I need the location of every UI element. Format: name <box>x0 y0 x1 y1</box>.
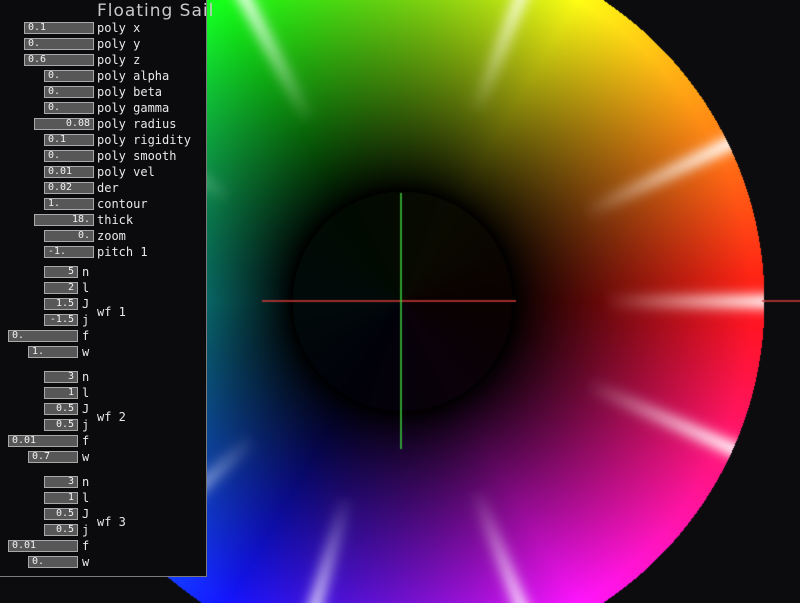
param-label-zoom: zoom <box>97 229 126 243</box>
wf2-field-J[interactable]: 0.5 <box>44 403 78 415</box>
wf2-label-n: n <box>82 370 90 384</box>
param-label-der: der <box>97 181 119 195</box>
param-label-poly-z: poly z <box>97 53 141 67</box>
param-label-poly-radius: poly radius <box>97 117 177 131</box>
param-field-poly-x[interactable]: 0.1 <box>24 22 94 34</box>
wf3-group-label: wf 3 <box>97 515 126 529</box>
wf2-group-label: wf 2 <box>97 410 126 424</box>
wf1-label-J: J <box>82 297 90 311</box>
param-label-poly-x: poly x <box>97 21 141 35</box>
wf2-field-l[interactable]: 1 <box>44 387 78 399</box>
wf1-group-label: wf 1 <box>97 305 126 319</box>
wf1-field-j[interactable]: -1.5 <box>44 314 78 326</box>
param-field-pitch-1[interactable]: -1. <box>44 246 94 258</box>
wf3-field-J[interactable]: 0.5 <box>44 508 78 520</box>
wf3-field-n[interactable]: 3 <box>44 476 78 488</box>
control-panel: 0.1 poly x 0. poly y 0.6 poly z 0. poly … <box>0 0 207 577</box>
param-label-contour: contour <box>97 197 148 211</box>
wf2-field-f[interactable]: 0.01 <box>8 435 78 447</box>
param-label-poly-rigidity: poly rigidity <box>97 133 191 147</box>
wf3-field-j[interactable]: 0.5 <box>44 524 78 536</box>
wf3-field-f[interactable]: 0.01 <box>8 540 78 552</box>
param-field-poly-gamma[interactable]: 0. <box>44 102 94 114</box>
param-field-zoom[interactable]: 0. <box>44 230 94 242</box>
param-field-poly-beta[interactable]: 0. <box>44 86 94 98</box>
wf1-field-w[interactable]: 1. <box>28 346 78 358</box>
param-label-poly-gamma: poly gamma <box>97 101 170 115</box>
wf1-field-l[interactable]: 2 <box>44 282 78 294</box>
param-field-thick[interactable]: 18. <box>34 214 94 226</box>
param-field-poly-alpha[interactable]: 0. <box>44 70 94 82</box>
wf1-field-n[interactable]: 5 <box>44 266 78 278</box>
wf3-field-l[interactable]: 1 <box>44 492 78 504</box>
param-label-pitch-1: pitch 1 <box>97 245 148 259</box>
wf1-label-f: f <box>82 329 90 343</box>
param-field-poly-vel[interactable]: 0.01 <box>44 166 94 178</box>
wf1-field-J[interactable]: 1.5 <box>44 298 78 310</box>
wf2-label-l: l <box>82 386 90 400</box>
wf2-field-n[interactable]: 3 <box>44 371 78 383</box>
wf2-label-j: j <box>82 418 90 432</box>
param-label-poly-smooth: poly smooth <box>97 149 177 163</box>
param-field-contour[interactable]: 1. <box>44 198 94 210</box>
wf1-label-j: j <box>82 313 90 327</box>
wf2-label-w: w <box>82 450 90 464</box>
param-label-poly-alpha: poly alpha <box>97 69 170 83</box>
param-field-der[interactable]: 0.02 <box>44 182 94 194</box>
wf3-label-w: w <box>82 555 90 569</box>
wf2-field-w[interactable]: 0.7 <box>28 451 78 463</box>
wf3-label-l: l <box>82 491 90 505</box>
wf3-label-J: J <box>82 507 90 521</box>
param-field-poly-rigidity[interactable]: 0.1 <box>44 134 94 146</box>
wf1-label-l: l <box>82 281 90 295</box>
param-field-poly-y[interactable]: 0. <box>24 38 94 50</box>
wf2-label-J: J <box>82 402 90 416</box>
param-field-poly-radius[interactable]: 0.08 <box>34 118 94 130</box>
wf1-label-w: w <box>82 345 90 359</box>
wf3-label-n: n <box>82 475 90 489</box>
wf3-field-w[interactable]: 0. <box>28 556 78 568</box>
wf1-field-f[interactable]: 0. <box>8 330 78 342</box>
param-label-poly-beta: poly beta <box>97 85 163 99</box>
wf2-field-j[interactable]: 0.5 <box>44 419 78 431</box>
param-field-poly-smooth[interactable]: 0. <box>44 150 94 162</box>
wf3-label-j: j <box>82 523 90 537</box>
param-label-thick: thick <box>97 213 134 227</box>
wf3-label-f: f <box>82 539 90 553</box>
wf1-label-n: n <box>82 265 90 279</box>
param-field-poly-z[interactable]: 0.6 <box>24 54 94 66</box>
wf2-label-f: f <box>82 434 90 448</box>
param-label-poly-vel: poly vel <box>97 165 155 179</box>
param-label-poly-y: poly y <box>97 37 141 51</box>
app-title: Floating Sail <box>97 1 215 21</box>
